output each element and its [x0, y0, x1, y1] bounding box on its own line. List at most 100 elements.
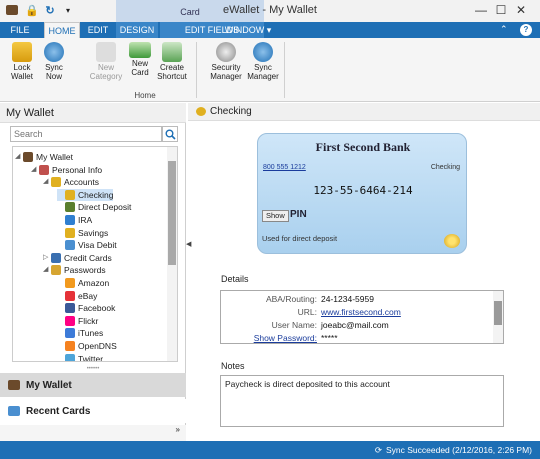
tree-node-label: Credit Cards	[64, 252, 112, 263]
tree-node[interactable]: ▷ Credit Cards	[43, 252, 112, 264]
expander-icon[interactable]: ▷	[43, 252, 51, 264]
search-input[interactable]	[10, 126, 162, 142]
tree-scrollbar-thumb[interactable]	[168, 161, 176, 265]
expander-icon[interactable]: ◢	[43, 264, 51, 276]
key-icon	[51, 265, 61, 276]
tree-node-label: eBay	[78, 290, 98, 301]
sync-icon	[44, 42, 64, 62]
notes-field[interactable]: Paycheck is direct deposited to this acc…	[220, 375, 504, 427]
card-title: Checking	[210, 106, 252, 117]
tab-file[interactable]: FILE	[6, 22, 34, 38]
tree-node[interactable]: ◢ Personal Info	[31, 164, 102, 176]
sync-now-button[interactable]: Sync Now	[38, 40, 70, 90]
sync-manager-button[interactable]: Sync Manager	[246, 40, 280, 90]
pane-splitter[interactable]: ••••••	[0, 366, 186, 372]
detail-label: ABA/Routing:	[265, 294, 317, 304]
info-icon	[65, 215, 75, 225]
lock-icon	[12, 42, 32, 62]
lock-icon[interactable]: 🔒	[24, 2, 40, 18]
tree-node-label: Amazon	[78, 278, 110, 288]
coins-icon	[196, 107, 206, 116]
quick-access-dropdown-icon[interactable]: ▾	[60, 2, 76, 18]
tree-node-label: Facebook	[78, 303, 116, 314]
tree-node[interactable]: Checking	[57, 188, 114, 201]
lock-wallet-button[interactable]: Lock Wallet	[6, 40, 38, 90]
detail-value: joeabc@mail.com	[321, 320, 389, 330]
tree-node[interactable]: Facebook	[57, 302, 115, 314]
minimize-button[interactable]: —	[470, 1, 492, 19]
tree-node[interactable]: Visa Debit	[57, 239, 117, 251]
coins-icon	[65, 227, 75, 238]
nav-recent-cards[interactable]: Recent Cards	[0, 399, 186, 423]
tree-node[interactable]: ◢ Passwords	[43, 264, 106, 276]
deposit-icon	[65, 202, 75, 213]
details-scrollbar[interactable]	[493, 291, 503, 343]
notes-label: Notes	[221, 361, 245, 371]
facebook-icon	[65, 303, 75, 314]
window-title: eWallet - My Wallet	[223, 4, 317, 16]
tab-home[interactable]: HOME	[44, 22, 80, 38]
expander-icon[interactable]: ◢	[31, 164, 39, 176]
tree-node-label: Direct Deposit	[78, 202, 132, 213]
tree-scrollbar[interactable]	[167, 147, 177, 361]
detail-label[interactable]: Show Password:	[221, 332, 317, 344]
card-title-bar: Checking	[188, 103, 540, 121]
tree-node-label: Visa Debit	[78, 240, 117, 251]
configure-buttons-icon[interactable]: »	[0, 425, 186, 441]
ribbon-separator	[284, 42, 285, 98]
tree-node[interactable]: ◢ Accounts	[43, 176, 99, 188]
tree-node-label: OpenDNS	[78, 341, 117, 351]
tree-node[interactable]: Direct Deposit	[57, 201, 131, 213]
collapse-pane-handle[interactable]: ◀	[186, 240, 191, 270]
tab-edit[interactable]: EDIT	[82, 22, 114, 38]
tree-node[interactable]: Flickr	[57, 315, 98, 327]
detail-value: 24-1234-5959	[321, 294, 374, 304]
close-button[interactable]: ✕	[510, 1, 532, 19]
maximize-button[interactable]: ☐	[490, 1, 512, 19]
tree-node[interactable]: Savings	[57, 227, 108, 239]
tab-window[interactable]: WINDOW ▾	[218, 22, 278, 38]
bank-card: First Second Bank 800 555 1212 Checking …	[257, 133, 467, 254]
tree-node[interactable]: ◢ My Wallet	[15, 151, 73, 163]
tree-node-label: IRA	[78, 215, 93, 225]
left-pane: My Wallet ◢My Wallet◢Personal Info◢Accou…	[0, 103, 186, 441]
details-panel: ABA/Routing: 24-1234-5959 URL: www.firstsec…	[220, 290, 504, 344]
tree-node-label: iTunes	[78, 328, 104, 339]
twitter-icon	[65, 353, 75, 361]
shortcut-icon	[162, 42, 182, 62]
app-icon	[4, 2, 20, 18]
status-bar: ⟳ Sync Succeeded (2/12/2016, 2:26 PM)	[0, 441, 540, 459]
wallet-icon	[8, 380, 20, 390]
sync-manager-icon	[253, 42, 273, 62]
tree-node[interactable]: IRA	[57, 214, 92, 226]
help-icon[interactable]: ?	[520, 24, 532, 36]
security-manager-button[interactable]: Security Manager	[206, 40, 246, 90]
tree-node[interactable]: OpenDNS	[57, 340, 117, 352]
status-text: Sync Succeeded (2/12/2016, 2:26 PM)	[385, 445, 532, 455]
tree-node-label: Flickr	[78, 315, 99, 326]
tree-node-label: Checking	[78, 189, 114, 200]
show-pin-button[interactable]: Show	[262, 210, 289, 222]
tree-node[interactable]: eBay	[57, 290, 97, 302]
tree-node[interactable]: Amazon	[57, 277, 109, 289]
coins-icon	[444, 234, 460, 248]
detail-value[interactable]: www.firstsecond.com	[321, 306, 401, 318]
tree-node-label: Accounts	[64, 177, 99, 188]
tab-design[interactable]: DESIGN	[116, 22, 158, 38]
new-category-button[interactable]: New Category	[86, 40, 126, 90]
card-type: Checking	[430, 164, 460, 171]
expander-icon[interactable]: ◢	[43, 176, 51, 188]
collapse-ribbon-icon[interactable]: ⌃	[500, 24, 512, 36]
details-scrollbar-thumb[interactable]	[494, 301, 502, 325]
card-phone-link[interactable]: 800 555 1212	[263, 164, 306, 171]
search-icon[interactable]	[162, 126, 178, 142]
new-card-button[interactable]: New Card	[124, 40, 156, 90]
create-shortcut-button[interactable]: Create Shortcut	[154, 40, 190, 90]
expander-icon[interactable]: ◢	[15, 151, 23, 163]
nav-my-wallet[interactable]: My Wallet	[0, 373, 186, 397]
tree-node[interactable]: iTunes	[57, 327, 103, 339]
flickr-icon	[65, 315, 75, 326]
tree-node[interactable]: Twitter	[57, 353, 104, 362]
sync-icon[interactable]: ↻	[42, 2, 58, 18]
tree-node-label: Twitter	[78, 353, 104, 362]
